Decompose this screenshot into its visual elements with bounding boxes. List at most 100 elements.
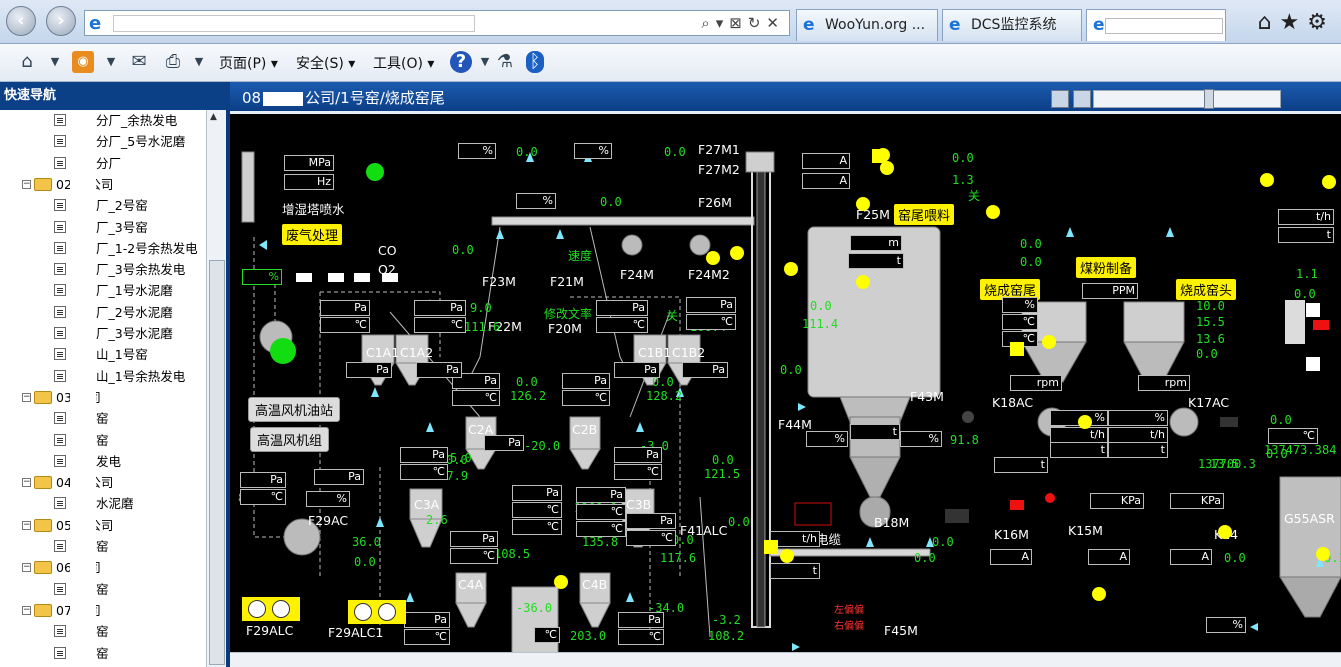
home-icon[interactable]: ⌂ — [16, 51, 38, 73]
value-readout: -3.2 — [712, 613, 741, 627]
unit-box: % — [574, 143, 612, 159]
unit-box: Pa — [404, 612, 450, 628]
nav-item[interactable]: 窑 — [0, 643, 206, 664]
dropdown-icon[interactable]: ▼ — [474, 51, 496, 73]
nav-item[interactable]: 山_1号窑 — [0, 344, 206, 365]
nav-scrollbar[interactable]: ▲ — [206, 110, 226, 667]
nav-item[interactable]: 厂_3号窑 — [0, 217, 206, 238]
address-tools-icon[interactable]: ⌕▾⊠↻✕ — [701, 14, 785, 32]
nav-item[interactable]: 厂_3号余热发电 — [0, 259, 206, 280]
zoom-slider[interactable] — [1093, 89, 1281, 109]
dropdown-icon[interactable]: ▼ — [44, 51, 66, 73]
value-readout: 84 — [1322, 443, 1337, 457]
nav-item[interactable]: 厂_2号窑 — [0, 195, 206, 216]
label-c1a1: C1A1 — [366, 345, 400, 360]
nav-item[interactable]: 分厂_5号水泥磨 — [0, 131, 206, 152]
value-readout: 111.4 — [802, 317, 839, 331]
nav-group[interactable]: −05 山公司 — [0, 515, 206, 536]
unit-box: ℃ — [576, 504, 626, 520]
nav-item[interactable]: 山_1号余热发电 — [0, 366, 206, 387]
zoom-reset-icon[interactable] — [1073, 90, 1091, 108]
main-panel: 08 公司/1号窑/烧成窑尾 F27M1 F27M2 F26M F25M F24… — [230, 82, 1341, 667]
nav-item[interactable]: 厂_3号水泥磨 — [0, 323, 206, 344]
nav-group[interactable]: −02 建公司 — [0, 174, 206, 195]
mail-icon[interactable]: ✉ — [128, 51, 150, 73]
unit-box: ℃ — [614, 464, 662, 480]
address-input[interactable] — [113, 15, 475, 32]
tools-menu[interactable]: 工具(O) ▾ — [373, 53, 434, 73]
tab-wooyun[interactable]: e WooYun.org ... — [796, 9, 938, 41]
value-readout: 91.8 — [950, 433, 979, 447]
unit-box: rpm — [1138, 375, 1190, 391]
nav-group[interactable]: −06 公司 — [0, 557, 206, 578]
kiln-feed-tag[interactable]: 窑尾喂料 — [894, 204, 955, 225]
kiln-head-tag[interactable]: 烧成窑头 — [1176, 279, 1237, 300]
nav-item[interactable]: 窑 — [0, 579, 206, 600]
nav-item[interactable]: 分厂_余热发电 — [0, 110, 206, 131]
dropdown-icon[interactable]: ▼ — [188, 51, 210, 73]
nav-item[interactable]: 窑 — [0, 536, 206, 557]
nav-item[interactable]: 厂_1号水泥磨 — [0, 280, 206, 301]
status-light — [880, 161, 894, 175]
forward-button[interactable]: › — [46, 6, 76, 36]
nav-group[interactable]: −03 公司 — [0, 387, 206, 408]
tab-active[interactable]: e — [1086, 9, 1226, 41]
page-icon — [54, 114, 66, 126]
zoom-knob[interactable] — [1204, 89, 1214, 109]
unit-box: Pa — [450, 531, 498, 547]
bluetooth-icon[interactable]: ᛒ — [526, 51, 544, 73]
tab-dcs[interactable]: e DCS监控系统 — [942, 9, 1082, 41]
nav-tree[interactable]: 分厂_余热发电分厂_5号水泥磨分厂 −02 建公司厂_2号窑厂_3号窑厂_1-2号… — [0, 110, 206, 667]
value-readout: 0.0 — [1270, 413, 1292, 427]
label-co: CO — [378, 243, 397, 258]
address-bar[interactable]: e ⌕▾⊠↻✕ — [84, 10, 790, 36]
collapse-icon[interactable]: − — [22, 605, 31, 615]
unit-box: Pa — [484, 435, 524, 451]
nav-item[interactable]: 窑 — [0, 430, 206, 451]
dropdown-icon[interactable]: ▼ — [100, 51, 122, 73]
folder-icon — [34, 561, 52, 575]
nav-item[interactable]: 厂_1-2号余热发电 — [0, 238, 206, 259]
collapse-icon[interactable]: − — [22, 520, 31, 530]
nav-item[interactable]: 分厂 — [0, 153, 206, 174]
main-h-scrollbar[interactable] — [230, 652, 1341, 667]
coal-prep-tag[interactable]: 煤粉制备 — [1076, 257, 1137, 278]
hmi-canvas[interactable]: F27M1 F27M2 F26M F25M F24M F24M2 F23M F21M F22M F… — [230, 117, 1341, 667]
collapse-icon[interactable]: − — [22, 563, 31, 573]
nav-item[interactable]: 窑 — [0, 621, 206, 642]
page-title: 08 公司/1号窑/烧成窑尾 — [230, 82, 1341, 114]
value-readout: 0.0 — [712, 453, 734, 467]
nav-item-label: 窑 — [96, 581, 109, 597]
nav-group[interactable]: −07 公司 — [0, 600, 206, 621]
zoom-fit-icon[interactable] — [1051, 90, 1069, 108]
fan-group-button[interactable]: 高温风机组 — [250, 427, 330, 452]
nav-item-label: 窑 — [96, 539, 109, 554]
collapse-icon[interactable]: − — [22, 392, 31, 402]
nav-item-label: 窑 — [96, 432, 109, 448]
back-button[interactable]: ‹ — [6, 6, 36, 36]
nav-item[interactable]: 窑 — [0, 408, 206, 429]
unit-box: rpm — [1010, 375, 1062, 391]
collapse-icon[interactable]: − — [22, 478, 31, 488]
scroll-thumb[interactable] — [209, 260, 225, 665]
nav-group[interactable]: −04 山公司 — [0, 472, 206, 493]
research-icon[interactable]: ⚗ — [494, 51, 516, 73]
print-icon[interactable]: ⎙ — [162, 51, 184, 73]
help-icon[interactable]: ? — [450, 51, 472, 73]
page-icon — [54, 199, 66, 212]
scroll-up-icon[interactable]: ▲ — [210, 112, 217, 122]
nav-item[interactable]: 水泥磨 — [0, 493, 206, 514]
page-menu[interactable]: 页面(P) ▾ — [219, 53, 278, 73]
nav-item[interactable]: 厂_2号水泥磨 — [0, 302, 206, 323]
fan-oil-station-button[interactable]: 高温风机油站 — [248, 397, 341, 422]
waste-gas-tag[interactable]: 废气处理 — [282, 224, 343, 245]
collapse-icon[interactable]: − — [22, 179, 31, 189]
page-icon — [54, 369, 66, 382]
nav-item-label: 厂_2号水泥磨 — [96, 304, 173, 320]
unit-box: ℃ — [414, 317, 466, 333]
nav-item[interactable]: 发电 — [0, 451, 206, 472]
speed-label: 速度 — [568, 249, 593, 263]
toolbar-right-icons[interactable]: ⌂★⚙ — [1258, 10, 1335, 35]
safety-menu[interactable]: 安全(S) ▾ — [296, 53, 355, 73]
rss-icon[interactable]: ◉ — [72, 51, 94, 73]
